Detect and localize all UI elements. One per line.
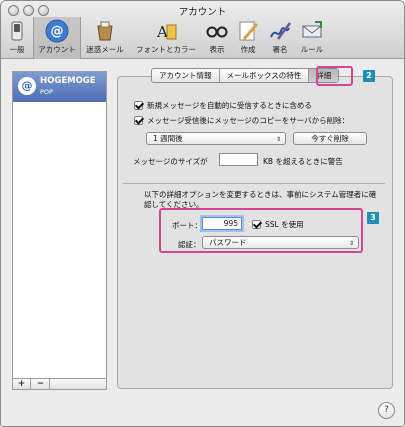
- remove-account-button[interactable]: −: [32, 379, 50, 389]
- at-sign-icon: @: [45, 19, 69, 43]
- callout-marker-3: 3: [367, 212, 379, 224]
- rules-icon: [302, 21, 322, 38]
- toolbar-viewing-label: 表示: [209, 45, 225, 54]
- advanced-tab-highlight: [316, 66, 353, 86]
- port-label: ポート：: [172, 221, 202, 230]
- callout-marker-2: 2: [363, 70, 375, 82]
- message-size-field[interactable]: [219, 153, 258, 166]
- remove-copy-label: メッセージ受信後にメッセージのコピーをサーバから削除：: [147, 116, 350, 125]
- toolbar-fonts-colors[interactable]: A フォントとカラー: [129, 17, 203, 59]
- add-account-button[interactable]: +: [13, 379, 31, 389]
- account-at-icon: @: [18, 77, 36, 95]
- toolbar-accounts[interactable]: @ アカウント: [33, 17, 81, 59]
- auth-value: パスワード: [209, 238, 247, 247]
- toolbar-signatures-label: 署名: [272, 45, 288, 54]
- port-field[interactable]: 995: [202, 217, 242, 230]
- toolbar-viewing[interactable]: 表示: [205, 17, 229, 59]
- svg-text:@: @: [51, 24, 64, 39]
- tab-bar: アカウント情報 メールボックスの特性 詳細: [151, 68, 340, 83]
- glasses-icon: [206, 26, 228, 38]
- pencil-icon: [239, 21, 259, 41]
- toolbar-accounts-label: アカウント: [38, 45, 76, 54]
- auth-label: 認証：: [178, 240, 201, 249]
- toolbar-general-label: 一般: [9, 45, 25, 54]
- junk-mail-icon: [97, 21, 113, 41]
- ssl-label: SSL を使用: [265, 220, 304, 229]
- remove-now-button[interactable]: 今すぐ削除: [293, 132, 367, 145]
- account-list-item[interactable]: @ HOGEMOGE POP: [13, 72, 106, 102]
- auto-check-checkbox[interactable]: [134, 101, 143, 110]
- preferences-window: アカウント 一般 @ アカウント 迷惑メール A フォントとカラー 表示 作成 …: [0, 0, 405, 427]
- toolbar-junk-mail-label: 迷惑メール: [86, 45, 124, 54]
- remove-copy-checkbox[interactable]: [134, 116, 143, 125]
- section-divider: [123, 183, 385, 184]
- title-bar: アカウント 一般 @ アカウント 迷惑メール A フォントとカラー 表示 作成 …: [1, 1, 404, 59]
- window-title: アカウント: [178, 7, 227, 18]
- account-type: POP: [40, 88, 53, 96]
- message-size-prefix: メッセージのサイズが: [133, 157, 208, 166]
- toolbar-general[interactable]: 一般: [3, 17, 31, 59]
- auth-popup[interactable]: パスワード ⇕: [202, 236, 359, 249]
- toolbar-junk-mail[interactable]: 迷惑メール: [83, 17, 127, 59]
- accounts-list-footer: + −: [12, 378, 107, 390]
- popup-arrows-icon: ⇕: [275, 136, 281, 143]
- auto-check-label: 新規メッセージを自動的に受信するときに含める: [147, 101, 312, 110]
- ssl-row[interactable]: SSL を使用: [252, 219, 304, 230]
- remove-period-popup[interactable]: 1 週間後 ⇕: [146, 132, 286, 145]
- toolbar-composing-label: 作成: [240, 45, 256, 54]
- accounts-list: @ HOGEMOGE POP: [12, 71, 107, 389]
- toolbar-fonts-colors-label: フォントとカラー: [136, 45, 196, 54]
- popup-arrows-icon: ⇕: [348, 240, 354, 247]
- help-button[interactable]: ?: [378, 402, 395, 419]
- advanced-options-note: 以下の詳細オプションを変更するときは、事前にシステム管理者に確認してください。: [144, 190, 377, 209]
- tab-account-info[interactable]: アカウント情報: [152, 69, 220, 82]
- toolbar-composing[interactable]: 作成: [233, 17, 263, 59]
- ssl-checkbox[interactable]: [252, 220, 261, 229]
- tab-mailbox-behaviors[interactable]: メールボックスの特性: [220, 69, 310, 82]
- toolbar: 一般 @ アカウント 迷惑メール A フォントとカラー 表示 作成 署名 ルール: [1, 17, 404, 59]
- remove-copy-row[interactable]: メッセージ受信後にメッセージのコピーをサーバから削除：: [134, 115, 349, 126]
- toolbar-signatures[interactable]: 署名: [265, 17, 295, 59]
- auto-check-row[interactable]: 新規メッセージを自動的に受信するときに含める: [134, 100, 312, 111]
- remove-period-value: 1 週間後: [153, 134, 183, 143]
- account-name: HOGEMOGE: [40, 76, 96, 86]
- toolbar-rules[interactable]: ルール: [297, 17, 327, 59]
- switch-icon: [11, 21, 23, 41]
- toolbar-rules-label: ルール: [300, 45, 324, 54]
- message-size-suffix: KB を超えるときに警告: [263, 157, 343, 166]
- signature-icon: [270, 22, 291, 40]
- svg-text:A: A: [156, 23, 168, 41]
- fonts-colors-icon: A: [156, 23, 177, 41]
